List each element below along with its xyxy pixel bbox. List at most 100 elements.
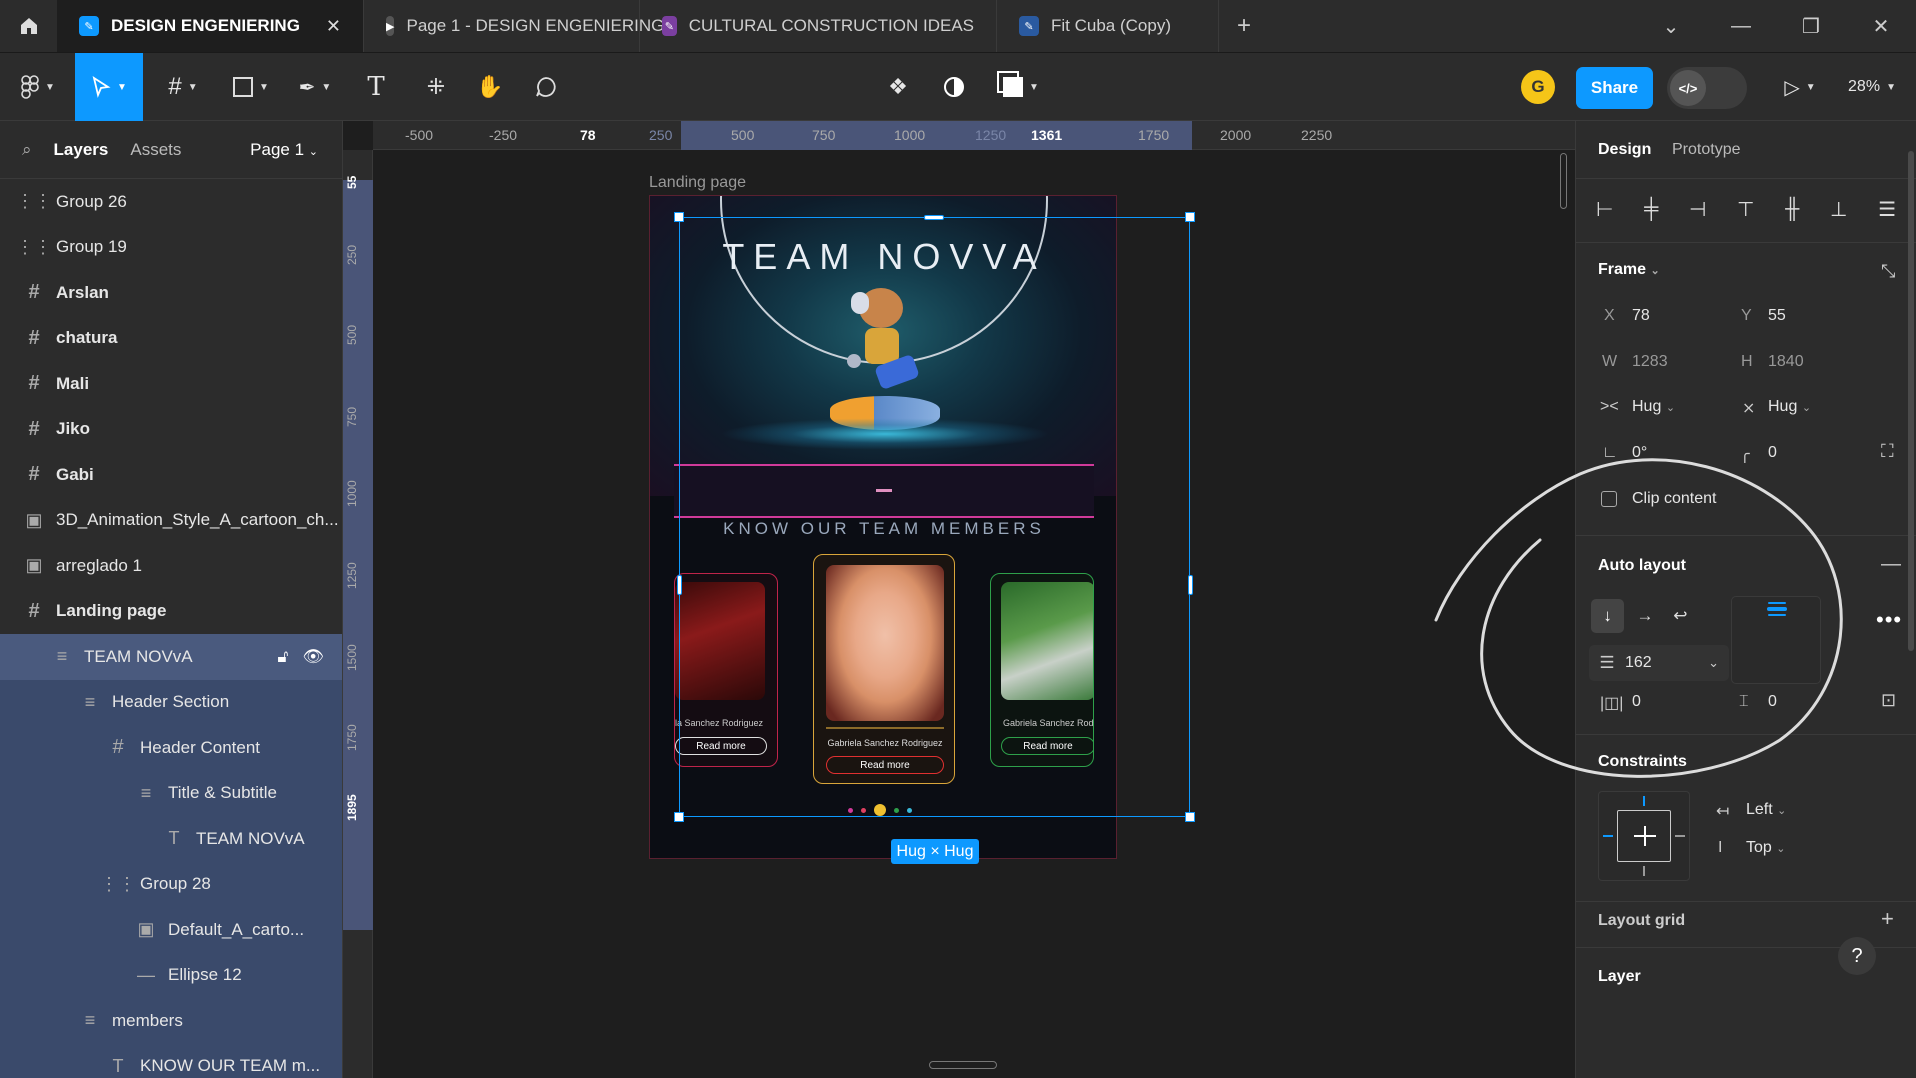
- edge-handle[interactable]: [924, 215, 944, 220]
- y-input[interactable]: 55: [1768, 307, 1786, 325]
- tab-assets[interactable]: Assets: [130, 140, 181, 160]
- tab-layers[interactable]: Layers: [54, 140, 109, 160]
- layer-item[interactable]: T TEAM NOVvA: [0, 816, 342, 862]
- edge-handle[interactable]: [1188, 575, 1193, 595]
- resize-handle[interactable]: [1185, 212, 1195, 222]
- align-middle-v-icon[interactable]: ╫: [1785, 198, 1799, 221]
- tab-design[interactable]: Design: [1598, 141, 1651, 159]
- hug-height-dropdown[interactable]: Hug ⌄: [1768, 398, 1811, 416]
- layer-item[interactable]: T KNOW OUR TEAM m...: [0, 1043, 342, 1078]
- align-bottom-icon[interactable]: ⊥: [1830, 197, 1847, 222]
- text-tool[interactable]: T: [358, 53, 394, 121]
- align-left-icon[interactable]: ⊢: [1596, 197, 1613, 222]
- read-more-button[interactable]: Read more: [675, 737, 767, 755]
- clip-content-checkbox[interactable]: [1601, 491, 1617, 507]
- main-menu-button[interactable]: ▼: [14, 53, 62, 121]
- zoom-dropdown[interactable]: 28% ▼: [1842, 53, 1902, 121]
- tab-design-engeniering[interactable]: ✎ DESIGN ENGENIERING ✕: [57, 0, 365, 52]
- clip-content-label[interactable]: Clip content: [1632, 490, 1717, 508]
- layer-item[interactable]: ≡ Header Section: [0, 679, 342, 725]
- gap-field[interactable]: ☰ 162 ⌄: [1589, 645, 1729, 681]
- search-icon[interactable]: ⌕: [22, 140, 32, 160]
- layer-item[interactable]: # Header Content: [0, 725, 342, 771]
- vertical-direction-icon[interactable]: ↓: [1591, 599, 1625, 633]
- distribute-icon[interactable]: ☰: [1878, 197, 1896, 222]
- layer-item[interactable]: ▣ Default_A_carto...: [0, 907, 342, 953]
- member-card[interactable]: Gabriela Sanchez Rodr Read more: [990, 573, 1094, 767]
- layer-item[interactable]: # chatura: [0, 316, 342, 362]
- rotation-input[interactable]: 0°: [1632, 444, 1647, 462]
- resize-handle[interactable]: [1185, 812, 1195, 822]
- layer-item[interactable]: ≡ Title & Subtitle: [0, 770, 342, 816]
- constraint-right-marker[interactable]: [1675, 835, 1685, 837]
- eye-icon[interactable]: 👁︎: [302, 647, 324, 667]
- x-input[interactable]: 78: [1632, 307, 1650, 325]
- member-card[interactable]: la Sanchez Rodriguez Read more: [674, 573, 778, 767]
- close-icon[interactable]: ✕: [326, 16, 341, 37]
- tab-page1[interactable]: ▶ Page 1 - DESIGN ENGENIERING: [364, 0, 664, 52]
- horizontal-padding-input[interactable]: 0: [1632, 693, 1641, 711]
- vertical-constraint-dropdown[interactable]: Top ⌄: [1746, 839, 1785, 857]
- member-card[interactable]: Gabriela Sanchez Rodriguez Read more: [813, 554, 955, 784]
- h-input[interactable]: 1840: [1768, 353, 1804, 371]
- read-more-button[interactable]: Read more: [826, 756, 944, 774]
- layer-item[interactable]: ▣ arreglado 1: [0, 543, 342, 589]
- dev-mode-toggle[interactable]: </>: [1667, 67, 1747, 109]
- chevron-down-icon[interactable]: ⌄: [1708, 655, 1719, 671]
- alignment-grid[interactable]: [1731, 596, 1821, 684]
- w-input[interactable]: 1283: [1632, 353, 1668, 371]
- independent-corners-icon[interactable]: ⛶: [1881, 441, 1894, 462]
- dot[interactable]: [861, 807, 866, 813]
- minimize-icon[interactable]: —: [1706, 0, 1776, 53]
- mask-button[interactable]: [936, 53, 972, 121]
- comment-tool[interactable]: [528, 53, 564, 121]
- layer-item[interactable]: # Arslan: [0, 270, 342, 316]
- dot[interactable]: [907, 807, 912, 813]
- layer-item[interactable]: # Jiko: [0, 407, 342, 453]
- layer-item[interactable]: # Gabi: [0, 452, 342, 498]
- dot[interactable]: [848, 807, 853, 813]
- corner-radius-input[interactable]: 0: [1768, 444, 1777, 462]
- avatar[interactable]: G: [1521, 70, 1555, 104]
- layer-item[interactable]: ⋮⋮ Group 19: [0, 225, 342, 271]
- frame-section-title[interactable]: Frame ⌄: [1598, 261, 1660, 279]
- constraints-widget[interactable]: [1598, 791, 1690, 881]
- page-selector[interactable]: Page 1 ⌄: [250, 140, 318, 160]
- chevron-down-icon[interactable]: ⌄: [1636, 0, 1706, 53]
- help-button[interactable]: ?: [1838, 937, 1876, 975]
- move-tool[interactable]: ▼: [75, 53, 143, 121]
- more-options-icon[interactable]: •••: [1876, 607, 1902, 633]
- align-center-h-icon[interactable]: ╪: [1644, 198, 1658, 221]
- frame-title[interactable]: Landing page: [649, 174, 746, 192]
- edge-handle[interactable]: [677, 575, 682, 595]
- canvas[interactable]: -500 -250 78 250 500 750 1000 1250 1361 1750 2000 2…: [343, 121, 1575, 1078]
- restore-icon[interactable]: ❐: [1776, 0, 1846, 53]
- panel-scrollbar[interactable]: [1908, 151, 1914, 651]
- horizontal-scrollbar[interactable]: [929, 1061, 997, 1069]
- wrap-icon[interactable]: ↩: [1666, 606, 1695, 626]
- home-button[interactable]: [0, 0, 57, 52]
- read-more-button[interactable]: Read more: [1001, 737, 1093, 755]
- horizontal-constraint-dropdown[interactable]: Left ⌄: [1746, 801, 1786, 819]
- tab-fit-cuba[interactable]: ✎ Fit Cuba (Copy): [997, 0, 1220, 52]
- frame-tool[interactable]: # ▼: [158, 53, 208, 121]
- new-tab-button[interactable]: +: [1219, 0, 1269, 52]
- remove-auto-layout-icon[interactable]: —: [1881, 553, 1901, 576]
- layer-item[interactable]: ▣ 3D_Animation_Style_A_cartoon_ch...: [0, 498, 342, 544]
- landing-page-frame[interactable]: TEAM NOVVA KNOW OUR TEAM MEMBERS la Sanc…: [649, 195, 1117, 859]
- layer-item[interactable]: ⋮⋮ Group 28: [0, 861, 342, 907]
- components-tool[interactable]: ⁜: [418, 53, 454, 121]
- align-right-icon[interactable]: ⊣: [1689, 197, 1706, 222]
- layer-item[interactable]: ⋮⋮ Group 26: [0, 179, 342, 225]
- layer-item[interactable]: # Mali: [0, 361, 342, 407]
- layer-item[interactable]: ≡ TEAM NOVvA 🔓︎ 👁︎: [0, 634, 342, 680]
- horizontal-direction-icon[interactable]: →: [1630, 606, 1659, 626]
- individual-padding-icon[interactable]: ⊡: [1881, 690, 1896, 711]
- vertical-padding-input[interactable]: 0: [1768, 693, 1777, 711]
- dot-active[interactable]: [874, 804, 886, 816]
- share-button[interactable]: Share: [1576, 67, 1653, 109]
- pen-tool[interactable]: ✒ ▼: [290, 53, 340, 121]
- component-button[interactable]: ❖: [880, 53, 916, 121]
- collapse-icon[interactable]: ⤡: [1881, 261, 1895, 282]
- constraint-top-marker[interactable]: [1643, 796, 1645, 806]
